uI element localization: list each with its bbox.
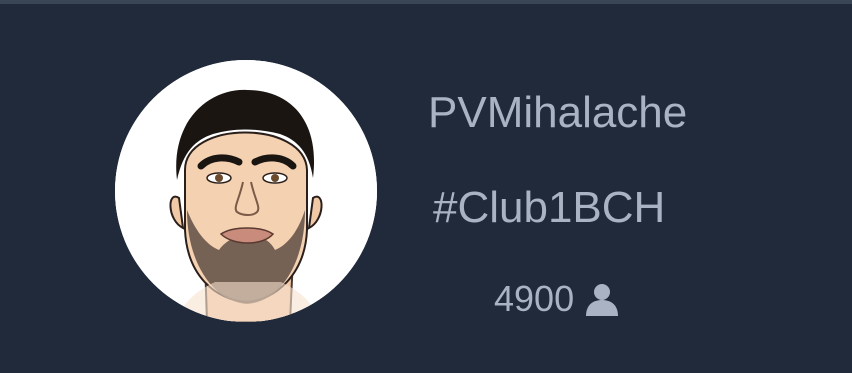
followers-count-value: 4900 — [494, 278, 575, 319]
profile-card: PVMihalache #Club1BCH 4900 — [0, 0, 852, 373]
user-icon — [584, 282, 620, 316]
followers-count[interactable]: 4900 — [494, 276, 620, 322]
profile-text: PVMihalache #Club1BCH 4900 — [0, 0, 852, 373]
username[interactable]: PVMihalache — [428, 86, 687, 140]
club-tag[interactable]: #Club1BCH — [433, 181, 665, 235]
